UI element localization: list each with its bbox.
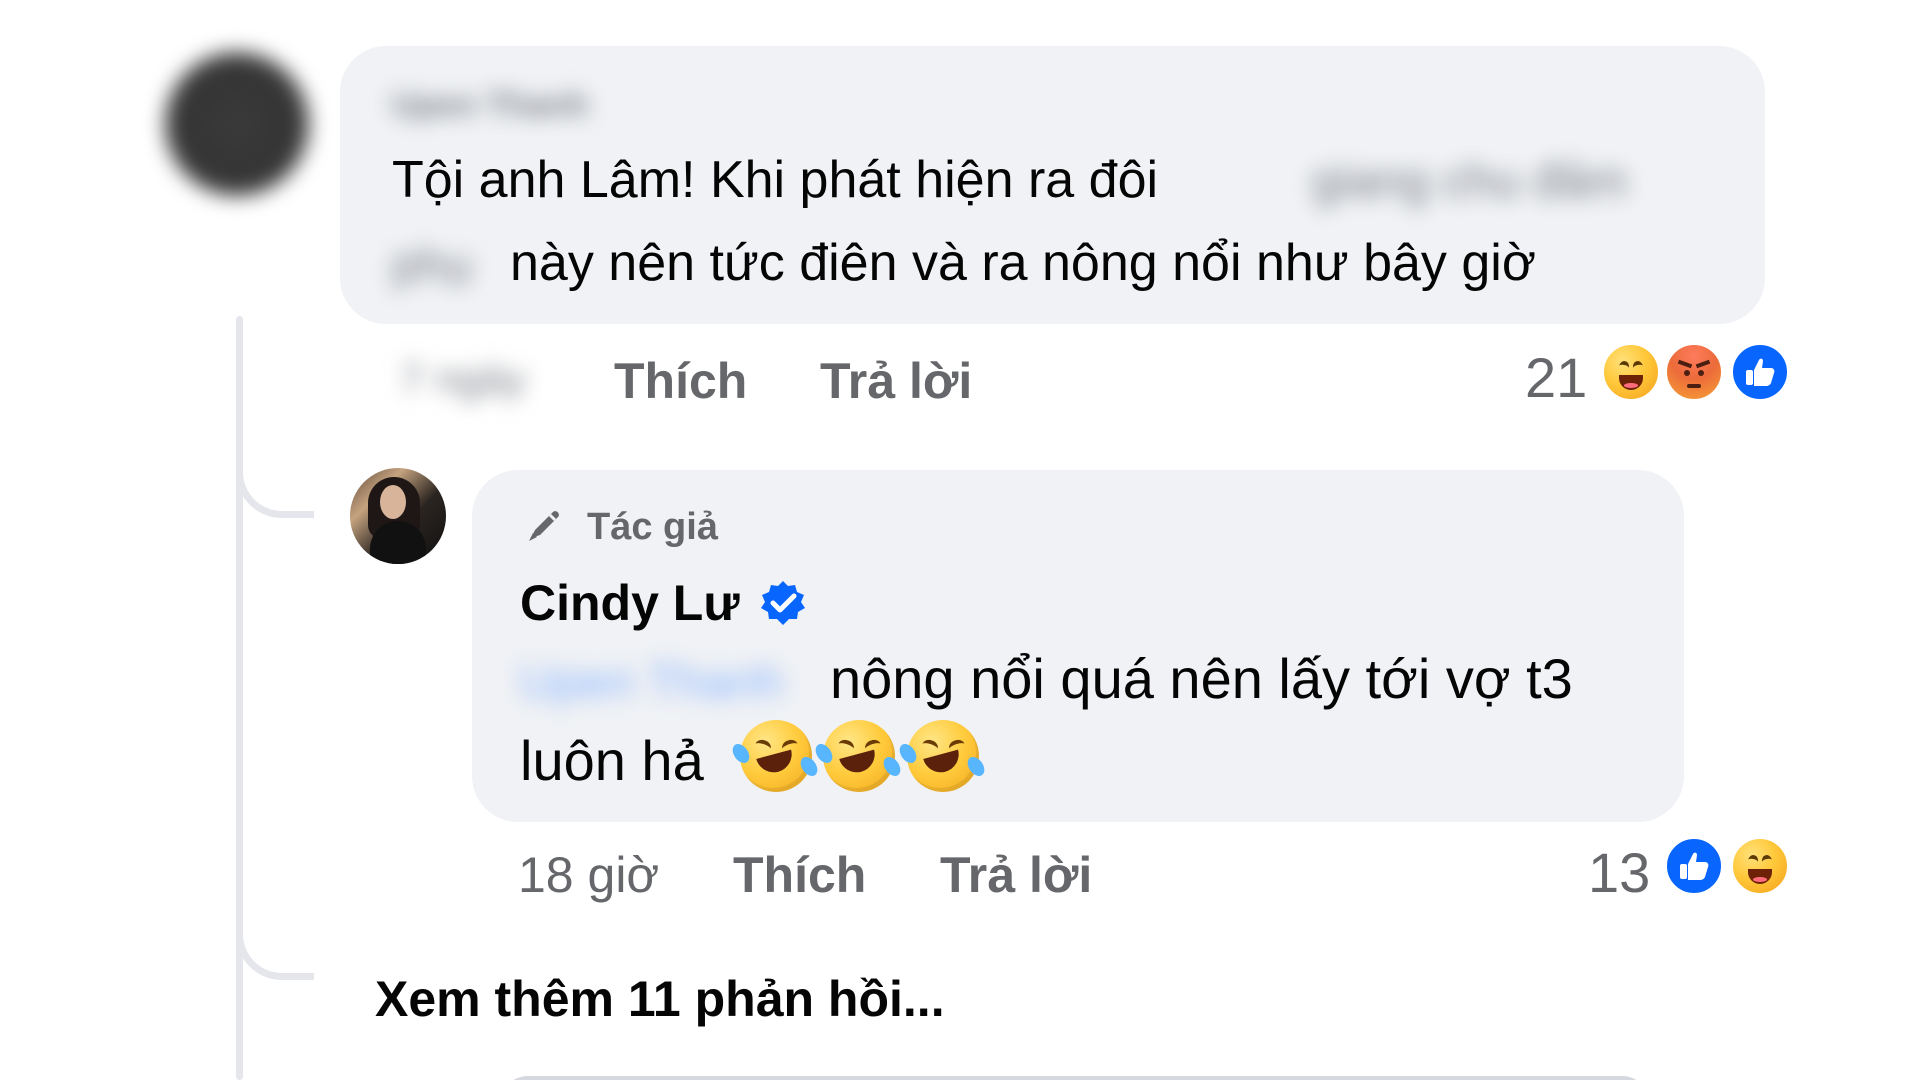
rolling-on-floor-laughing-emoji-icon [729,720,821,792]
next-comment-card-edge [500,1076,1650,1080]
main-comment-reaction-count[interactable]: 21 [1525,345,1587,410]
haha-eye-left [1617,360,1631,374]
main-comment-hidden-text-line-2: phụ [392,239,473,292]
author-badge-label: Tác giả [587,506,718,548]
like-reaction-icon[interactable] [1663,835,1725,897]
main-comment-text-line-1: Tội anh Lâm! Khi phát hiện ra đôi [392,151,1159,209]
like-reaction-icon[interactable] [1729,341,1791,403]
reply-text-line-2: luôn hả [520,729,704,792]
cindy-lu-avatar[interactable] [350,468,446,564]
haha-mouth [1748,869,1772,884]
view-more-replies-link[interactable]: Xem thêm 11 phản hồi... [375,970,945,1028]
haha-reaction-icon[interactable] [1729,835,1791,897]
emoji-eye-left [836,737,856,756]
main-comment-avatar[interactable] [165,52,309,196]
haha-eye-right [1760,854,1774,868]
emoji-eye-left [920,737,940,756]
rolling-on-floor-laughing-emoji-icon [812,720,904,792]
angry-brow-right [1695,359,1711,369]
main-comment-time[interactable]: 7 ngày [400,355,526,403]
more-replies-connector-line [236,910,314,980]
facebook-comment-thread: Upen Thanh Tội anh Lâm! Khi phát hiện ra… [0,0,1920,1080]
angry-eye-right [1698,370,1704,376]
main-comment-text-line-2: này nên tức điên và ra nông nổi như bây … [510,234,1536,292]
haha-eye-right [1631,360,1645,374]
rolling-on-floor-laughing-emoji-icon [896,720,988,792]
thumbs-up-icon [1746,358,1775,386]
angry-brow-left [1677,359,1693,369]
haha-eye-left [1746,854,1760,868]
emoji-smile [756,749,796,777]
main-comment-author[interactable]: Upen Thanh [392,86,588,125]
pen-icon [529,511,559,541]
emoji-smile [839,749,879,777]
emoji-smile [923,749,963,777]
reply-reply-button[interactable]: Trả lời [940,846,1092,904]
emoji-eye-left [753,737,773,756]
angry-reaction-icon[interactable] [1663,341,1725,403]
reply-reaction-count[interactable]: 13 [1588,840,1650,905]
main-comment-like-button[interactable]: Thích [614,352,747,410]
reply-text-line-1: nông nổi quá nên lấy tới vợ t3 [830,647,1573,710]
thread-line [236,316,243,1080]
main-comment-hidden-text-line-1: giang chu đảm [1312,155,1627,208]
reply-mention[interactable]: Upen Thanh [520,655,783,710]
haha-mouth [1619,375,1643,390]
avatar-face [380,485,406,519]
verified-badge-icon [761,581,805,625]
angry-mouth [1687,384,1701,388]
reply-connector-line [236,448,314,518]
main-comment-reply-button[interactable]: Trả lời [820,352,972,410]
haha-reaction-icon[interactable] [1600,341,1662,403]
reply-author-name[interactable]: Cindy Lư [520,574,740,632]
thumbs-up-icon [1680,852,1709,880]
reply-comment-time[interactable]: 18 giờ [518,846,659,904]
angry-eye-left [1684,370,1690,376]
reply-like-button[interactable]: Thích [733,846,866,904]
